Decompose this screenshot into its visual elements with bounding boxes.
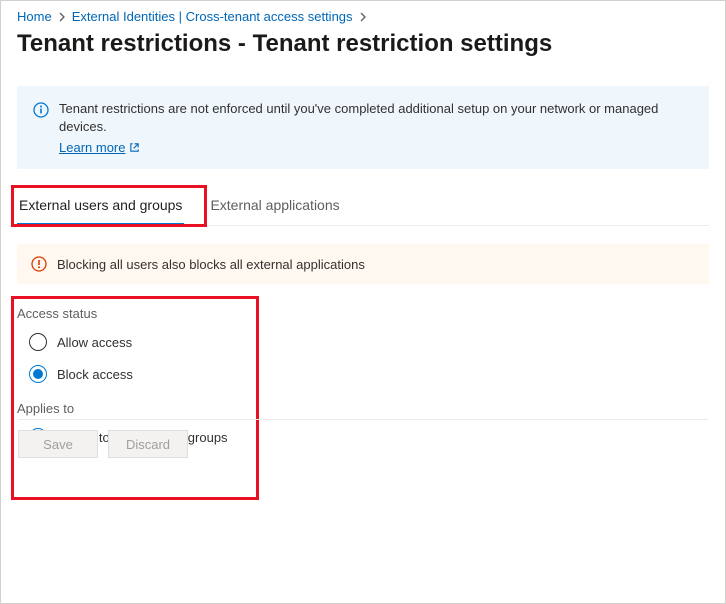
radio-label: Block access [57, 367, 133, 382]
discard-button[interactable]: Discard [108, 430, 188, 458]
breadcrumb-external-identities[interactable]: External Identities | Cross-tenant acces… [72, 9, 353, 24]
radio-block-access[interactable]: Block access [29, 365, 709, 383]
info-banner: Tenant restrictions are not enforced unt… [17, 86, 709, 169]
footer-buttons: Save Discard [18, 419, 708, 458]
tab-external-users-groups[interactable]: External users and groups [17, 197, 184, 226]
info-text: Tenant restrictions are not enforced unt… [59, 100, 693, 136]
external-link-icon [129, 142, 140, 153]
breadcrumb-home[interactable]: Home [17, 9, 52, 24]
chevron-right-icon [58, 12, 66, 22]
tabs: External users and groups External appli… [17, 197, 709, 226]
radio-label: Allow access [57, 335, 132, 350]
warning-text: Blocking all users also blocks all exter… [57, 257, 365, 272]
learn-more-link[interactable]: Learn more [59, 140, 140, 155]
radio-icon [29, 365, 47, 383]
section-applies-to: Applies to [17, 401, 709, 416]
info-icon [33, 102, 49, 118]
radio-allow-access[interactable]: Allow access [29, 333, 709, 351]
page-title: Tenant restrictions - Tenant restriction… [17, 30, 709, 58]
warning-banner: Blocking all users also blocks all exter… [17, 244, 709, 284]
warning-icon [31, 256, 47, 272]
tab-external-applications[interactable]: External applications [208, 197, 341, 226]
chevron-right-icon [359, 12, 367, 22]
radio-icon [29, 333, 47, 351]
save-button[interactable]: Save [18, 430, 98, 458]
section-access-status: Access status [17, 306, 709, 321]
breadcrumb: Home External Identities | Cross-tenant … [17, 9, 709, 24]
